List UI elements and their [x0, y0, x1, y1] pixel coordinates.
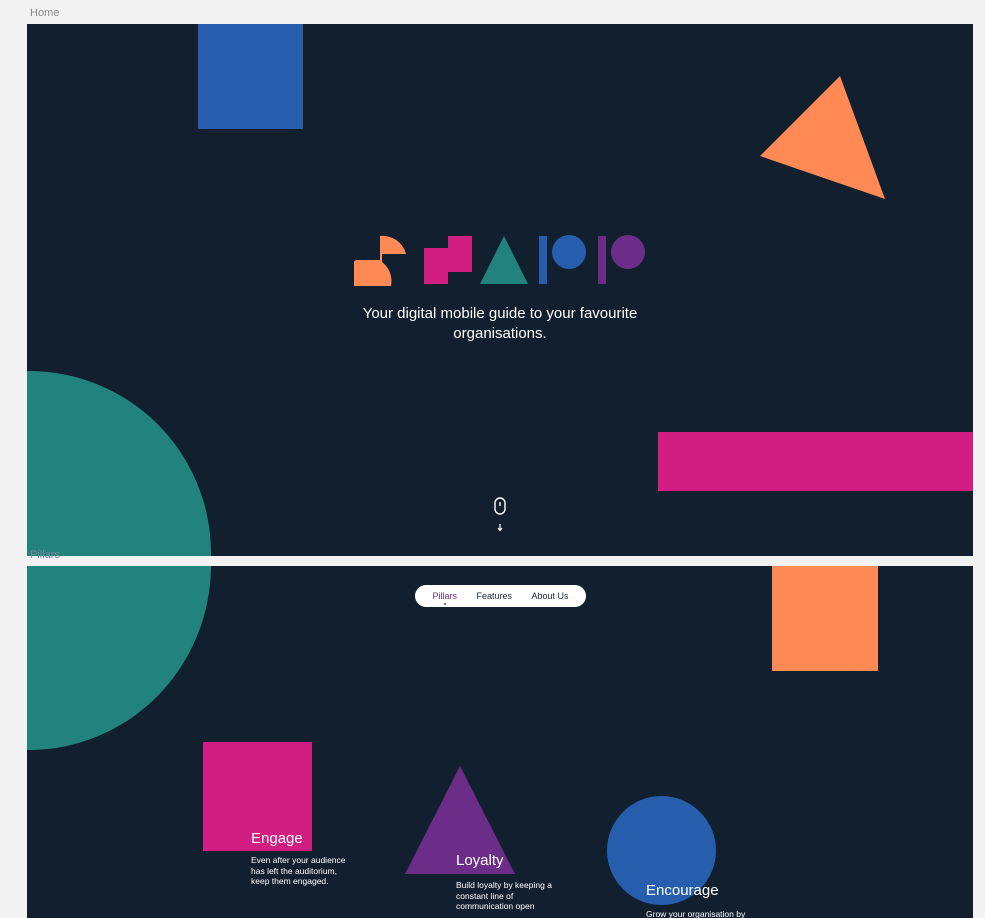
pillar-encourage-description: Grow your organisation by [646, 909, 746, 918]
pillar-engage-description: Even after your audience has left the au… [251, 855, 346, 886]
shapeio-logo [354, 235, 645, 286]
pillars-frame-label: Pillars [30, 549, 60, 561]
decorative-pink-bar [658, 432, 973, 491]
pillar-loyalty-title: Loyalty [456, 852, 504, 869]
nav-item-about-us[interactable]: About Us [529, 591, 570, 601]
decorative-orange-triangle [760, 76, 885, 199]
pillar-loyalty-description: Build loyalty by keeping a constant line… [456, 880, 552, 911]
decorative-teal-circle [27, 371, 211, 556]
top-nav: Pillars Features About Us [415, 585, 586, 607]
decorative-blue-square [198, 24, 303, 129]
scroll-down-mouse-icon[interactable] [493, 497, 507, 533]
home-tagline: Your digital mobile guide to your favour… [362, 305, 638, 342]
home-frame-label: Home [30, 7, 60, 19]
decorative-orange-square [772, 566, 878, 671]
home-frame: Your digital mobile guide to your favour… [27, 24, 973, 556]
nav-item-features[interactable]: Features [474, 591, 514, 601]
pillar-encourage-title: Encourage [646, 882, 719, 899]
nav-item-pillars[interactable]: Pillars [430, 591, 459, 605]
decorative-teal-circle [27, 566, 211, 750]
pillar-engage-title: Engage [251, 830, 303, 847]
pillars-frame: Pillars Features About Us Engage Even af… [27, 566, 973, 918]
